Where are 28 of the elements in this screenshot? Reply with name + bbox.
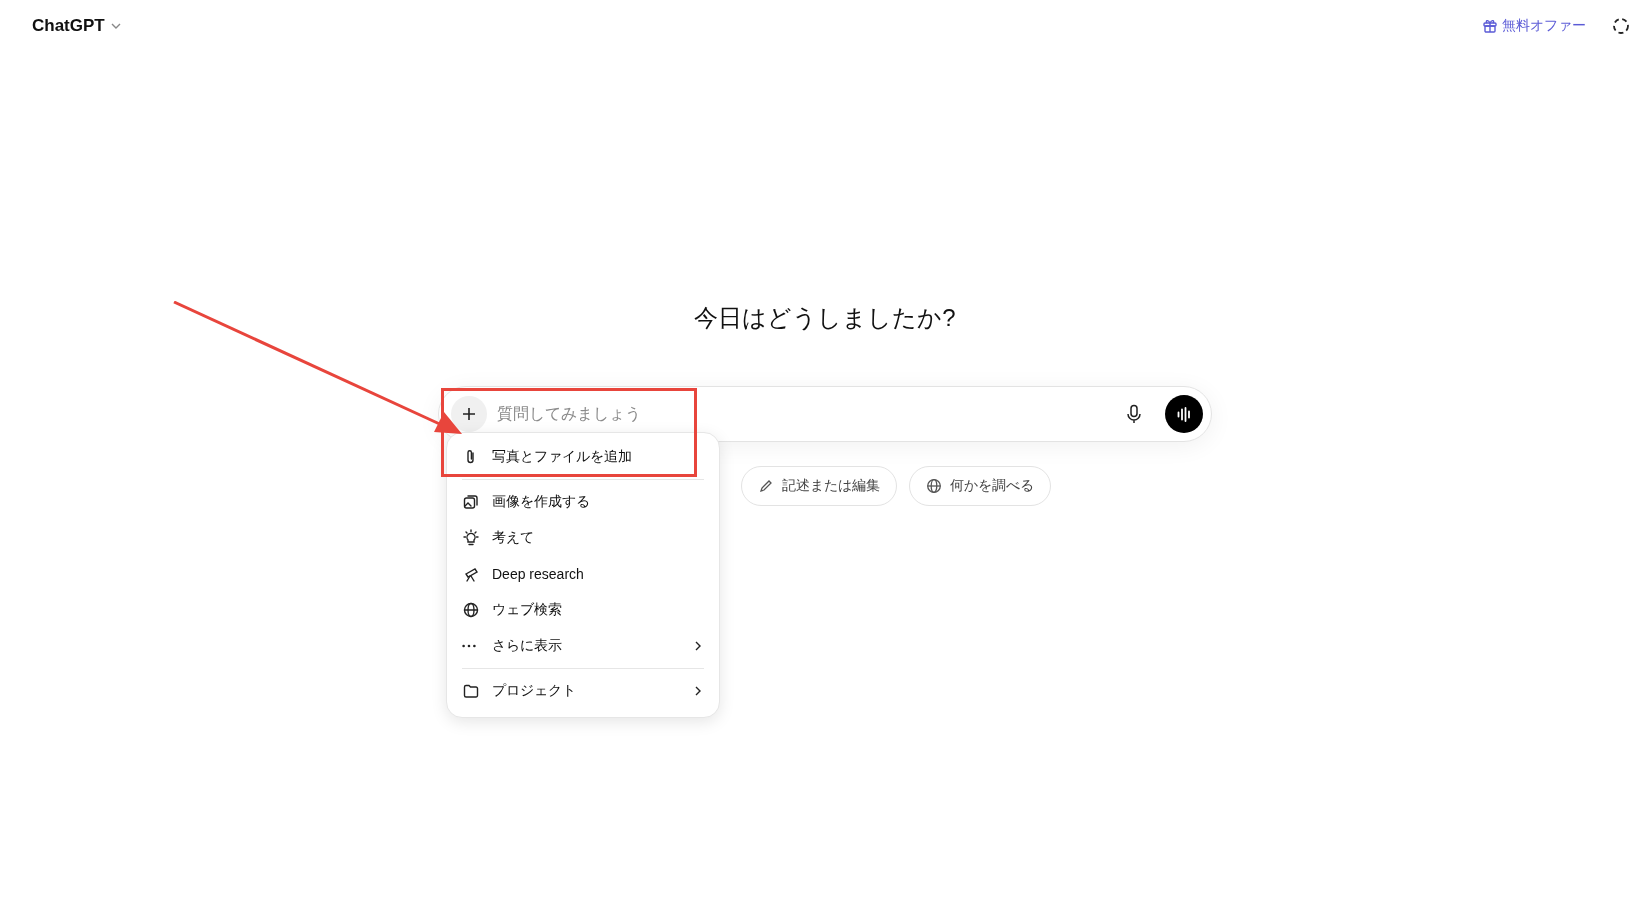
suggestion-chip[interactable]: 何かを調べる — [909, 466, 1051, 506]
pencil-icon — [758, 478, 774, 494]
microphone-icon[interactable] — [1125, 404, 1143, 424]
prompt-input[interactable]: 質問してみましょう — [495, 404, 1117, 424]
menu-item[interactable]: さらに表示 — [462, 628, 704, 664]
suggestion-chip[interactable]: 記述または編集 — [741, 466, 897, 506]
menu-item[interactable]: Deep research — [462, 556, 704, 592]
menu-item[interactable]: ウェブ検索 — [462, 592, 704, 628]
model-selector[interactable]: ChatGPT — [32, 16, 122, 36]
image-icon — [462, 493, 480, 511]
folder-icon — [462, 682, 480, 700]
globe-icon — [926, 478, 942, 494]
temporary-chat-icon[interactable] — [1612, 17, 1630, 35]
menu-item[interactable]: 写真とファイルを追加 — [462, 439, 704, 475]
lightbulb-icon — [462, 529, 480, 547]
waveform-icon — [1177, 406, 1191, 422]
gift-icon — [1482, 18, 1498, 34]
menu-item[interactable]: 画像を作成する — [462, 484, 704, 520]
menu-item[interactable]: プロジェクト — [462, 673, 704, 709]
telescope-icon — [462, 565, 480, 583]
free-offer-link[interactable]: 無料オファー — [1482, 17, 1586, 35]
plus-icon — [463, 408, 475, 420]
menu-item[interactable]: 考えて — [462, 520, 704, 556]
greeting-heading: 今日はどうしましたか? — [694, 303, 956, 333]
globe-icon — [462, 601, 480, 619]
more-icon — [462, 644, 476, 648]
voice-button[interactable] — [1165, 395, 1203, 433]
add-button[interactable] — [451, 396, 487, 432]
